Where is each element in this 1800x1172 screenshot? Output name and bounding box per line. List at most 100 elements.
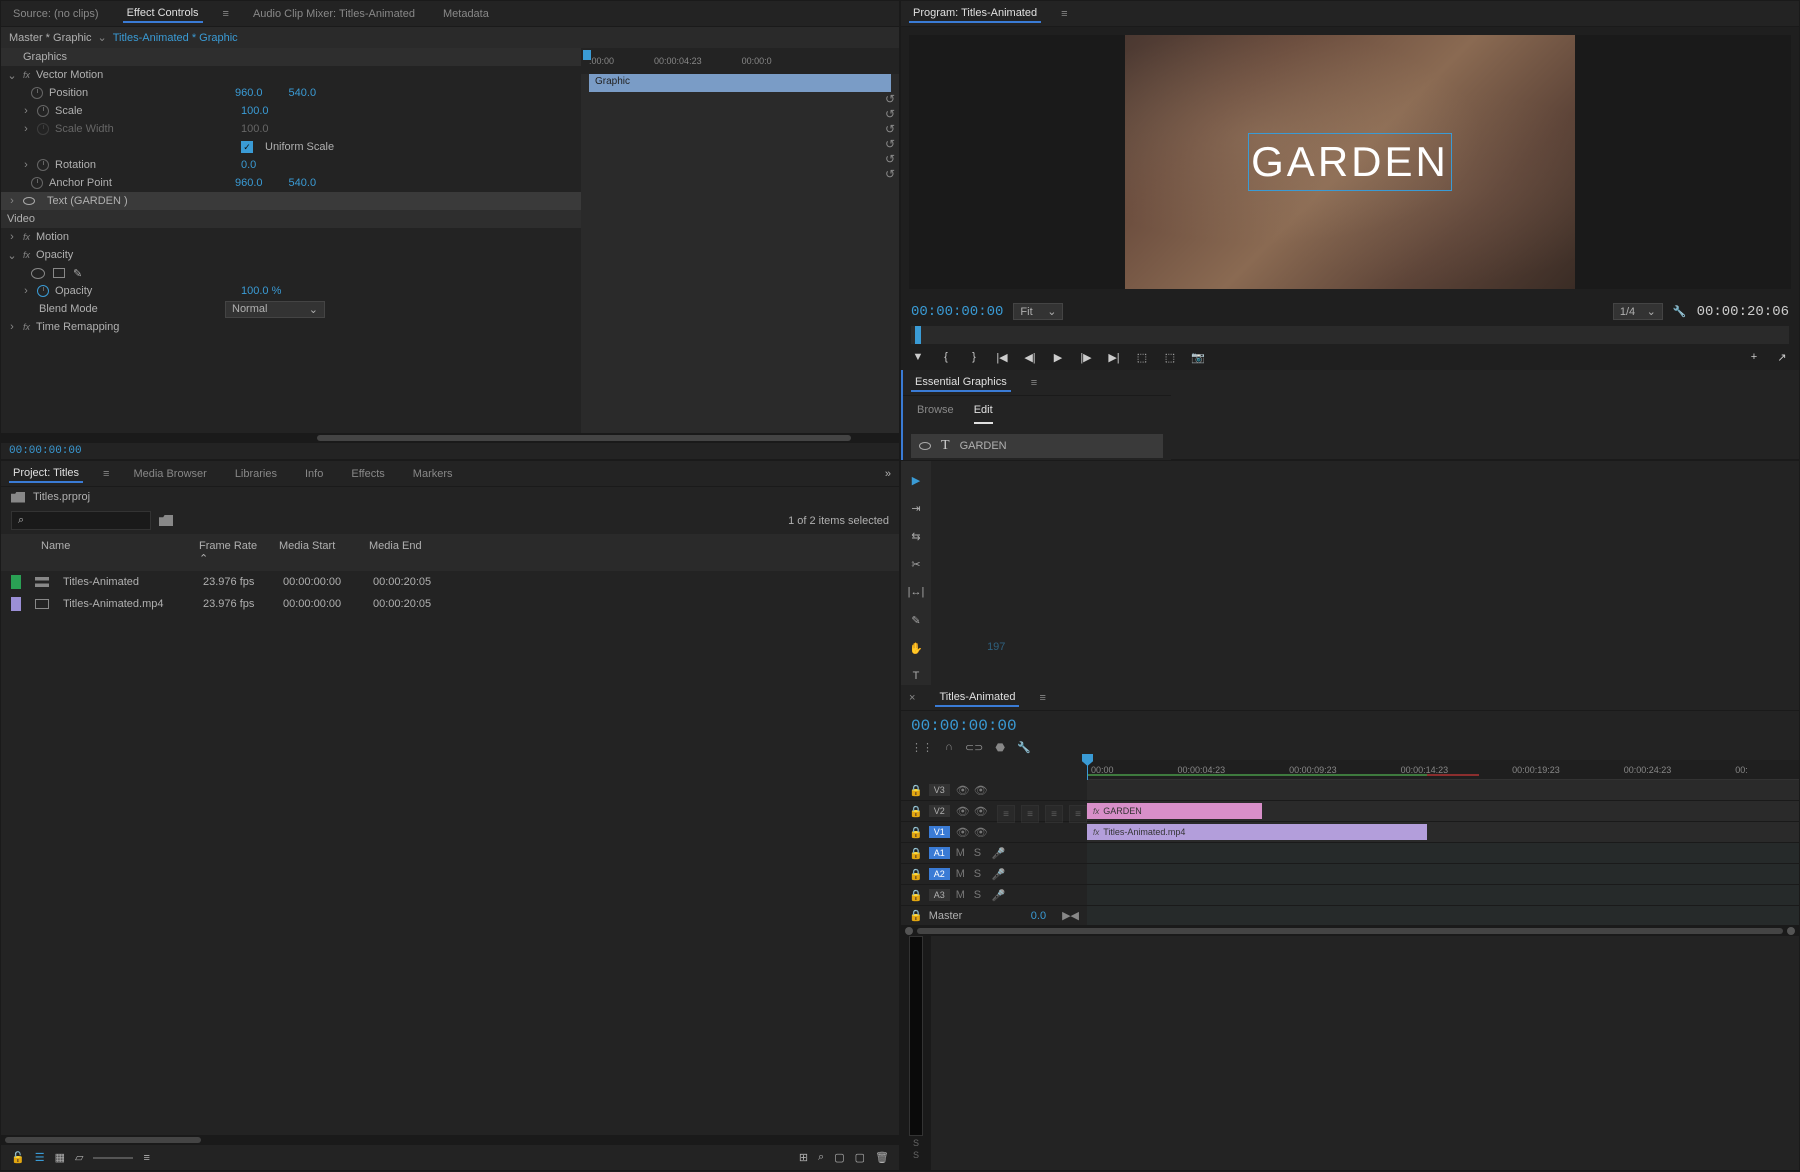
tab-menu-icon[interactable]: ≡ xyxy=(103,468,109,480)
filter-bins-icon[interactable] xyxy=(159,515,173,526)
reset-icon[interactable]: ↺ xyxy=(885,107,895,121)
col-name[interactable]: Name xyxy=(11,538,191,567)
type-tool-icon[interactable]: T xyxy=(907,667,925,685)
justify-icon[interactable]: ≡ xyxy=(997,805,1015,823)
mute-icon[interactable]: M xyxy=(956,889,968,901)
track-v3[interactable]: V3 xyxy=(929,784,950,796)
go-to-in-icon[interactable]: |◀ xyxy=(995,350,1009,364)
track-lane-a1[interactable] xyxy=(1087,843,1799,864)
position-x[interactable]: 960.0 xyxy=(235,87,263,99)
ec-timeline-ruler[interactable]: :00:00 00:00:04:23 00:00:0 xyxy=(581,48,899,74)
tab-libraries[interactable]: Libraries xyxy=(231,466,281,482)
razor-tool-icon[interactable]: ✂ xyxy=(907,555,925,573)
solo-icon[interactable]: S xyxy=(974,868,986,880)
tab-source[interactable]: Source: (no clips) xyxy=(9,6,103,22)
timeline-ruler[interactable]: 00:00 00:00:04:23 00:00:09:23 00:00:14:2… xyxy=(1087,760,1799,780)
eye-icon[interactable] xyxy=(919,442,931,450)
ec-timecode[interactable]: 00:00:00:00 xyxy=(1,443,899,459)
tab-markers[interactable]: Markers xyxy=(409,466,457,482)
anchor-y[interactable]: 540.0 xyxy=(289,177,317,189)
toggle-output-icon[interactable]: 👁 xyxy=(956,805,968,818)
fit-select[interactable]: Fit⌄ xyxy=(1013,303,1063,320)
track-lane-v1[interactable]: fxTitles-Animated.mp4 xyxy=(1087,822,1799,843)
scale-value[interactable]: 100.0 xyxy=(241,105,269,117)
lock-icon[interactable]: 🔒 xyxy=(909,826,923,839)
caret-icon[interactable]: › xyxy=(7,195,17,207)
zoom-handle-left[interactable] xyxy=(905,927,913,935)
tab-menu-icon[interactable]: ≡ xyxy=(1061,8,1067,20)
color-tag[interactable] xyxy=(11,597,21,611)
bracket-icon[interactable]: } xyxy=(967,350,981,364)
tab-program[interactable]: Program: Titles-Animated xyxy=(909,5,1041,23)
automate-icon[interactable]: ⊞ xyxy=(799,1151,808,1164)
eg-layer-item[interactable]: T GARDEN xyxy=(911,434,1163,458)
stopwatch-icon[interactable] xyxy=(37,159,49,171)
zoom-handle-right[interactable] xyxy=(1787,927,1795,935)
caret-icon[interactable]: ⌄ xyxy=(7,249,17,262)
playhead-icon[interactable] xyxy=(915,326,921,344)
anchor-x[interactable]: 960.0 xyxy=(235,177,263,189)
tab-essential-graphics[interactable]: Essential Graphics xyxy=(911,374,1011,392)
solo-icon[interactable]: S xyxy=(974,889,986,901)
res-select[interactable]: 1/4⌄ xyxy=(1613,303,1663,320)
camera-icon[interactable]: 📷 xyxy=(1191,350,1205,364)
find-icon[interactable]: ⌕ xyxy=(818,1151,824,1164)
ec-clip-bar[interactable]: Graphic xyxy=(589,74,891,92)
tab-menu-icon[interactable]: ≡ xyxy=(223,8,229,20)
trash-icon[interactable]: 🗑 xyxy=(875,1151,889,1164)
mask-pen-icon[interactable]: ✎ xyxy=(73,267,82,280)
voice-icon[interactable]: 🎤 xyxy=(992,868,1004,881)
solo-icon[interactable]: S xyxy=(974,847,986,859)
lock-icon[interactable]: 🔒 xyxy=(909,784,923,797)
color-tag[interactable] xyxy=(11,575,21,589)
justify-icon[interactable]: ≡ xyxy=(1045,805,1063,823)
stopwatch-icon[interactable] xyxy=(37,285,49,297)
tab-metadata[interactable]: Metadata xyxy=(439,6,493,22)
track-v1[interactable]: V1 xyxy=(929,826,950,838)
caret-icon[interactable]: › xyxy=(21,123,31,135)
col-fps[interactable]: Frame Rate ⌃ xyxy=(191,538,271,567)
project-item[interactable]: Titles-Animated 23.976 fps 00:00:00:00 0… xyxy=(1,571,899,593)
track-select-tool-icon[interactable]: ⇥ xyxy=(907,499,925,517)
scale-h[interactable]: 197 xyxy=(987,641,1005,653)
track-a2[interactable]: A2 xyxy=(929,868,950,880)
track-lane-master[interactable] xyxy=(1087,906,1799,926)
step-fwd-icon[interactable]: |▶ xyxy=(1079,350,1093,364)
effect-opacity[interactable]: Opacity xyxy=(36,249,73,261)
mask-rect-icon[interactable] xyxy=(53,268,65,278)
eg-tab-edit[interactable]: Edit xyxy=(974,404,993,424)
mute-icon[interactable]: M xyxy=(956,868,968,880)
track-a1[interactable]: A1 xyxy=(929,847,950,859)
toggle-output-icon[interactable]: 👁 xyxy=(956,826,968,839)
icon-view-icon[interactable]: ▦ xyxy=(55,1151,65,1164)
new-bin-icon[interactable]: ▢ xyxy=(834,1151,844,1164)
tab-menu-icon[interactable]: ≡ xyxy=(1031,377,1037,389)
caret-icon[interactable]: › xyxy=(7,231,17,243)
project-search[interactable]: ⌕ xyxy=(11,511,151,530)
sequence-tab[interactable]: Titles-Animated xyxy=(935,689,1019,707)
track-v2[interactable]: V2 xyxy=(929,805,950,817)
track-a3[interactable]: A3 xyxy=(929,889,950,901)
linked-sel-icon[interactable]: ⊂⊃ xyxy=(965,741,983,754)
solo-icon[interactable]: S xyxy=(913,1138,919,1148)
ripple-tool-icon[interactable]: ⇆ xyxy=(907,527,925,545)
ec-h-scrollbar[interactable] xyxy=(1,433,899,443)
program-timecode[interactable]: 00:00:00:00 xyxy=(911,304,1003,320)
tab-info[interactable]: Info xyxy=(301,466,327,482)
track-lane-a2[interactable] xyxy=(1087,864,1799,885)
breadcrumb-master[interactable]: Master * Graphic xyxy=(9,32,92,44)
lock-icon[interactable]: 🔒 xyxy=(909,889,923,902)
justify-icon[interactable]: ≡ xyxy=(1069,805,1087,823)
col-media-start[interactable]: Media Start xyxy=(271,538,361,567)
clip-graphic[interactable]: fxGARDEN xyxy=(1087,803,1262,819)
stopwatch-icon[interactable] xyxy=(31,87,43,99)
mute-icon[interactable]: M xyxy=(956,847,968,859)
folder-icon[interactable] xyxy=(11,492,25,503)
video-preview[interactable]: GARDEN xyxy=(1125,35,1575,289)
caret-icon[interactable]: › xyxy=(21,159,31,171)
rotation-value[interactable]: 0.0 xyxy=(241,159,256,171)
voice-icon[interactable]: 🎤 xyxy=(992,847,1004,860)
eye-icon[interactable]: 👁 xyxy=(974,805,986,818)
extract-icon[interactable]: ⬚ xyxy=(1163,350,1177,364)
eye-icon[interactable] xyxy=(23,197,35,205)
